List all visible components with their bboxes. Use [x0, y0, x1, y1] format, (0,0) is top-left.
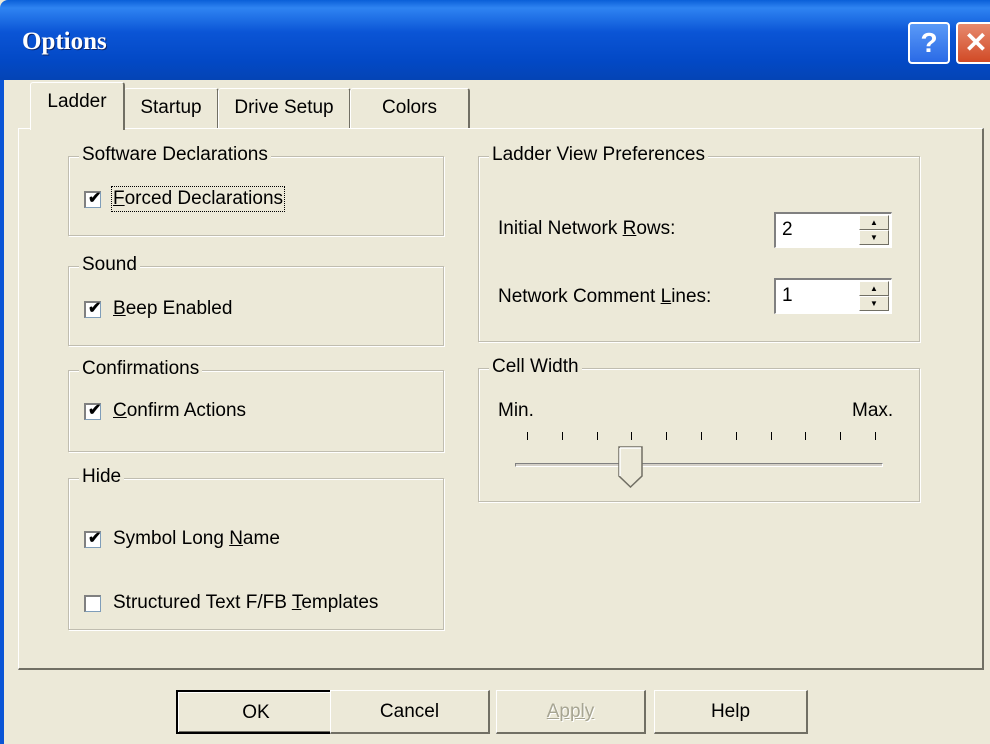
help-icon[interactable]: ?: [908, 22, 950, 64]
window-frame-left: [0, 80, 4, 744]
checkbox-label: Structured Text F/FB Templates: [113, 592, 379, 613]
group-title: Hide: [79, 466, 125, 488]
tab-startup[interactable]: Startup: [124, 88, 219, 128]
spinner-buttons: ▲ ▼: [859, 215, 889, 246]
checkbox-label: Confirm Actions: [113, 400, 247, 421]
spinner-value[interactable]: 1: [782, 285, 793, 307]
spinner-value[interactable]: 2: [782, 219, 793, 241]
checkbox-box[interactable]: ✔: [84, 189, 102, 208]
help-button[interactable]: Help: [654, 690, 808, 734]
options-dialog: Options ? ✕ Ladder Startup Drive Setup C…: [0, 0, 990, 744]
ladder-view-preferences-group: Ladder View Preferences: [478, 144, 920, 342]
checkbox-box[interactable]: ✔: [84, 401, 102, 420]
group-title: Software Declarations: [79, 144, 271, 166]
group-title: Ladder View Preferences: [489, 144, 708, 166]
slider-tick: [666, 432, 667, 440]
tab-colors-label: Colors: [382, 97, 437, 118]
slider-tick: [562, 432, 563, 440]
structured-text-templates-checkbox[interactable]: Structured Text F/FB Templates: [84, 592, 378, 614]
cell-width-slider-track[interactable]: [515, 463, 883, 467]
cancel-button-label: Cancel: [379, 701, 440, 722]
spin-down-icon[interactable]: ▼: [859, 296, 889, 311]
slider-tick: [771, 432, 772, 440]
checkbox-label: Beep Enabled: [113, 298, 233, 319]
group-title: Cell Width: [489, 356, 582, 378]
checkbox-box[interactable]: ✔: [84, 529, 102, 548]
checkbox-label: Forced Declarations: [110, 186, 286, 212]
ok-button-label: OK: [242, 702, 270, 723]
slider-tick: [631, 432, 632, 440]
ok-button[interactable]: OK: [176, 690, 336, 734]
checkbox-label: Symbol Long Name: [113, 528, 280, 549]
cell-width-slider-thumb[interactable]: [618, 446, 644, 488]
cancel-button[interactable]: Cancel: [330, 690, 490, 734]
group-title: Sound: [79, 254, 140, 276]
apply-button[interactable]: Apply: [496, 690, 646, 734]
beep-enabled-checkbox[interactable]: ✔ Beep Enabled: [84, 298, 232, 320]
tab-ladder[interactable]: Ladder: [30, 82, 125, 130]
cell-width-group: Cell Width: [478, 356, 920, 502]
slider-tick: [875, 432, 876, 440]
tab-colors[interactable]: Colors: [350, 88, 470, 128]
close-icon[interactable]: ✕: [956, 22, 990, 64]
spin-down-icon[interactable]: ▼: [859, 230, 889, 245]
network-comment-lines-label: Network Comment Lines:: [498, 286, 712, 307]
tab-drive-setup[interactable]: Drive Setup: [218, 88, 351, 128]
checkbox-box[interactable]: ✔: [84, 299, 102, 318]
check-icon: ✔: [88, 299, 102, 317]
group-title: Confirmations: [79, 358, 203, 380]
spin-up-icon[interactable]: ▲: [859, 281, 889, 296]
help-button-label: Help: [710, 701, 751, 722]
check-icon: ✔: [88, 189, 102, 207]
check-icon: ✔: [88, 401, 102, 419]
network-comment-lines-spinner[interactable]: 1 ▲ ▼: [774, 278, 892, 314]
spinner-buttons: ▲ ▼: [859, 281, 889, 312]
check-icon: ✔: [88, 529, 102, 547]
window-title: Options: [22, 28, 107, 55]
slider-tick: [736, 432, 737, 440]
slider-tick: [701, 432, 702, 440]
initial-network-rows-label: Initial Network Rows:: [498, 218, 676, 239]
tab-startup-label: Startup: [140, 97, 202, 118]
apply-button-label: Apply: [546, 701, 595, 722]
tab-drive-setup-label: Drive Setup: [234, 97, 334, 118]
slider-tick: [597, 432, 598, 440]
title-bar[interactable]: Options ? ✕: [0, 0, 990, 80]
symbol-long-name-checkbox[interactable]: ✔ Symbol Long Name: [84, 528, 280, 550]
slider-max-label: Max.: [852, 400, 894, 421]
slider-tick: [527, 432, 528, 440]
tab-ladder-label: Ladder: [47, 91, 107, 112]
confirm-actions-checkbox[interactable]: ✔ Confirm Actions: [84, 400, 246, 422]
checkbox-box[interactable]: [84, 594, 101, 612]
initial-network-rows-spinner[interactable]: 2 ▲ ▼: [774, 212, 892, 248]
spin-up-icon[interactable]: ▲: [859, 215, 889, 230]
slider-min-label: Min.: [498, 400, 534, 421]
slider-tick: [840, 432, 841, 440]
forced-declarations-checkbox[interactable]: ✔ Forced Declarations: [84, 186, 286, 212]
slider-tick: [805, 432, 806, 440]
